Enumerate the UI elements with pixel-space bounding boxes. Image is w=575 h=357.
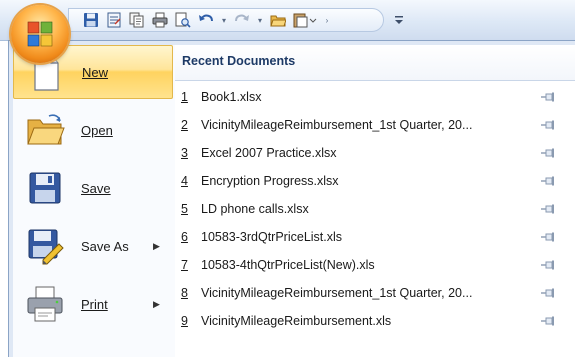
- recent-documents-panel: Recent Documents 1 Book1.xlsx 2 VicinityMil…: [175, 45, 575, 357]
- menu-item-open[interactable]: Open: [13, 103, 173, 157]
- redo-icon[interactable]: [232, 10, 252, 30]
- recent-document-name: Encryption Progress.xlsx: [201, 174, 339, 188]
- save-disk-icon: [29, 172, 61, 204]
- office-menu: New Open Save Save As ▶ Print ▶ Recent D…: [8, 40, 575, 357]
- recent-document-name: Excel 2007 Practice.xlsx: [201, 146, 337, 160]
- recent-document-name: VicinityMileageReimbursement_1st Quarter…: [201, 286, 473, 300]
- paste-options-icon[interactable]: [291, 10, 319, 30]
- pin-icon[interactable]: [540, 119, 556, 131]
- open-folder-icon[interactable]: [268, 10, 288, 30]
- menu-item-label: Open: [81, 122, 113, 138]
- recent-document-name: VicinityMileageReimbursement_1st Quarter…: [201, 118, 473, 132]
- recent-document-number: 1: [181, 90, 188, 104]
- undo-icon[interactable]: [196, 10, 216, 30]
- submenu-arrow-icon: ▶: [153, 298, 160, 309]
- pin-icon[interactable]: [540, 91, 556, 103]
- pin-icon[interactable]: [540, 231, 556, 243]
- recent-document-number: 3: [181, 146, 188, 160]
- open-folder-icon: [27, 114, 65, 145]
- pin-icon[interactable]: [540, 315, 556, 327]
- recent-document-item[interactable]: 9 VicinityMileageReimbursement.xls: [175, 307, 567, 335]
- print-preview-icon[interactable]: [173, 10, 193, 30]
- copy-icon[interactable]: [127, 10, 147, 30]
- pin-icon[interactable]: [540, 175, 556, 187]
- pin-icon[interactable]: [540, 203, 556, 215]
- menu-item-label: Print: [81, 296, 108, 312]
- office-logo-icon: [27, 21, 53, 47]
- print-icon[interactable]: [150, 10, 170, 30]
- recent-document-item[interactable]: 3 Excel 2007 Practice.xlsx: [175, 139, 567, 167]
- recent-document-item[interactable]: 1 Book1.xlsx: [175, 83, 567, 111]
- menu-item-label: New: [82, 64, 109, 80]
- more-commands-chevron-icon[interactable]: ›: [322, 10, 332, 30]
- menu-item-label: Save As: [81, 238, 129, 254]
- pin-icon[interactable]: [540, 287, 556, 299]
- menu-item-print[interactable]: Print ▶: [13, 277, 173, 331]
- recent-document-name: 10583-3rdQtrPriceList.xls: [201, 230, 343, 244]
- printer-icon: [27, 286, 63, 322]
- menu-item-save-as[interactable]: Save As ▶: [13, 219, 173, 273]
- form-icon[interactable]: [104, 10, 124, 30]
- menu-item-label: Save: [81, 180, 111, 196]
- pin-icon[interactable]: [540, 147, 556, 159]
- customize-toolbar-icon[interactable]: [392, 11, 406, 29]
- recent-documents-title: Recent Documents: [175, 45, 575, 81]
- recent-document-number: 7: [181, 258, 188, 272]
- recent-document-name: VicinityMileageReimbursement.xls: [201, 314, 392, 328]
- recent-document-name: LD phone calls.xlsx: [201, 202, 309, 216]
- recent-document-item[interactable]: 6 10583-3rdQtrPriceList.xls: [175, 223, 567, 251]
- recent-document-name: 10583-4thQtrPriceList(New).xls: [201, 258, 375, 272]
- submenu-arrow-icon: ▶: [153, 240, 160, 251]
- recent-document-number: 6: [181, 230, 188, 244]
- office-button[interactable]: [11, 5, 69, 63]
- recent-document-item[interactable]: 2 VicinityMileageReimbursement_1st Quarte…: [175, 111, 567, 139]
- recent-document-item[interactable]: 8 VicinityMileageReimbursement_1st Quarte…: [175, 279, 567, 307]
- command-list: New Open Save Save As ▶ Print ▶: [13, 45, 176, 357]
- recent-document-number: 8: [181, 286, 188, 300]
- recent-document-number: 9: [181, 314, 188, 328]
- recent-document-item[interactable]: 5 LD phone calls.xlsx: [175, 195, 567, 223]
- recent-document-number: 2: [181, 118, 188, 132]
- quick-access-toolbar: ▾ ▾ ›: [68, 8, 384, 32]
- save-icon[interactable]: [81, 10, 101, 30]
- pin-icon[interactable]: [540, 259, 556, 271]
- recent-document-number: 5: [181, 202, 188, 216]
- recent-document-item[interactable]: 7 10583-4thQtrPriceList(New).xls: [175, 251, 567, 279]
- undo-dropdown-icon[interactable]: ▾: [219, 10, 229, 30]
- menu-item-save[interactable]: Save: [13, 161, 173, 215]
- recent-document-item[interactable]: 4 Encryption Progress.xlsx: [175, 167, 567, 195]
- recent-document-number: 4: [181, 174, 188, 188]
- recent-document-name: Book1.xlsx: [201, 90, 262, 104]
- save-as-icon: [28, 229, 64, 265]
- redo-dropdown-icon[interactable]: ▾: [255, 10, 265, 30]
